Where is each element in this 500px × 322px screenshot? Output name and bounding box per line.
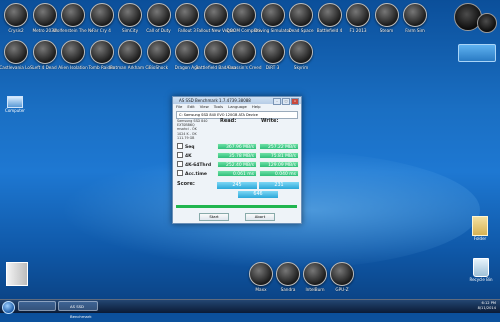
desktop-icon-label: Farm Sim (405, 28, 425, 33)
clock-date: 8/11/2014 (477, 306, 496, 310)
window-title: AS SSD Benchmark 1.7.4739.38088 (179, 98, 251, 103)
pc-tower-shortcut[interactable] (6, 262, 28, 286)
computer-shortcut[interactable]: Computer (4, 96, 26, 113)
ram-meter-gadget[interactable] (477, 13, 497, 33)
system-clock[interactable]: 6:12 PM 8/11/2014 (478, 301, 496, 311)
computer-icon (7, 96, 23, 108)
result-row-label[interactable]: Acc.time (177, 170, 207, 177)
menu-item[interactable]: Language (228, 104, 247, 110)
write-value: 257.22 MB/s (259, 143, 299, 150)
recycle-bin-icon (473, 258, 489, 277)
row-checkbox[interactable] (177, 161, 183, 167)
game-icon (403, 3, 427, 27)
progress-fill (176, 205, 297, 208)
score-read: 245 (217, 182, 257, 189)
window-titlebar[interactable]: AS SSD Benchmark 1.7.4739.38088 – □ × (173, 97, 301, 105)
result-row-label[interactable]: 4K (177, 152, 192, 159)
clock-gadget[interactable] (458, 44, 496, 62)
menu-item[interactable]: Tools (214, 104, 223, 110)
desktop-shortcut[interactable]: Farm Sim (395, 3, 435, 33)
folder-icon (472, 216, 488, 236)
desktop-icon-label: Skyrim (293, 65, 309, 70)
menu-item[interactable]: File (176, 104, 182, 110)
read-value: 252.40 MB/s (217, 161, 257, 168)
result-row-label[interactable]: Seq (177, 143, 195, 150)
menu-item[interactable]: Help (252, 104, 261, 110)
menu-item[interactable]: View (200, 104, 209, 110)
score-write: 231 (259, 182, 299, 189)
write-value: 129.09 MB/s (259, 161, 299, 168)
write-value: 0.040 ms (259, 170, 299, 177)
menu-item[interactable]: Edit (187, 104, 194, 110)
write-value: 75.81 MB/s (259, 152, 299, 159)
dock-shortcut[interactable]: GPU-Z (322, 262, 362, 292)
progress-bar (176, 205, 297, 208)
drive-select[interactable]: C: Samsung SSD 840 EVO 120GB ATA Device (176, 111, 298, 119)
desktop-shortcut[interactable]: Skyrim (281, 40, 321, 70)
minimize-button[interactable]: – (273, 98, 281, 105)
abort-button[interactable]: Abort (245, 213, 275, 221)
write-header: Write: (261, 118, 279, 124)
read-value: 35.78 MB/s (217, 152, 257, 159)
taskbar-item-as-ssd[interactable]: AS SSD Benchmark (58, 301, 98, 319)
read-header: Read: (220, 118, 237, 124)
read-value: 367.96 MB/s (217, 143, 257, 150)
computer-label: Computer (5, 108, 25, 113)
row-checkbox[interactable] (177, 143, 183, 149)
game-icon (289, 40, 313, 64)
result-row-label[interactable]: 4K-64Thrd (177, 161, 211, 168)
start-button[interactable]: Start (199, 213, 229, 221)
taskbar: AS SSD Benchmark 6:12 PM 8/11/2014 (0, 299, 500, 319)
read-value: 0.061 ms (217, 170, 257, 177)
game-icon (330, 262, 354, 286)
drive-info-line: 111.79 GB (177, 135, 195, 140)
folder-label: Folder (473, 236, 487, 241)
taskbar-item-explorer[interactable] (18, 301, 56, 311)
folder-shortcut[interactable]: Folder (469, 216, 491, 241)
recycle-bin-label: Recycle Bin (469, 277, 493, 282)
maximize-button[interactable]: □ (282, 98, 290, 105)
row-checkbox[interactable] (177, 152, 183, 158)
score-label: Score: (177, 181, 195, 187)
recycle-bin-shortcut[interactable]: Recycle Bin (469, 258, 493, 282)
close-button[interactable]: × (291, 98, 299, 105)
start-button-orb[interactable] (2, 301, 15, 314)
row-checkbox[interactable] (177, 170, 183, 176)
desktop-icon-label: GPU-Z (335, 287, 349, 292)
drive-info: Samsung SSD 840 EXT0BB6Q msahci - OK 1024 K… (177, 119, 215, 143)
as-ssd-window: AS SSD Benchmark 1.7.4739.38088 – □ × Fi… (172, 96, 302, 224)
score-total: 646 (238, 191, 278, 198)
